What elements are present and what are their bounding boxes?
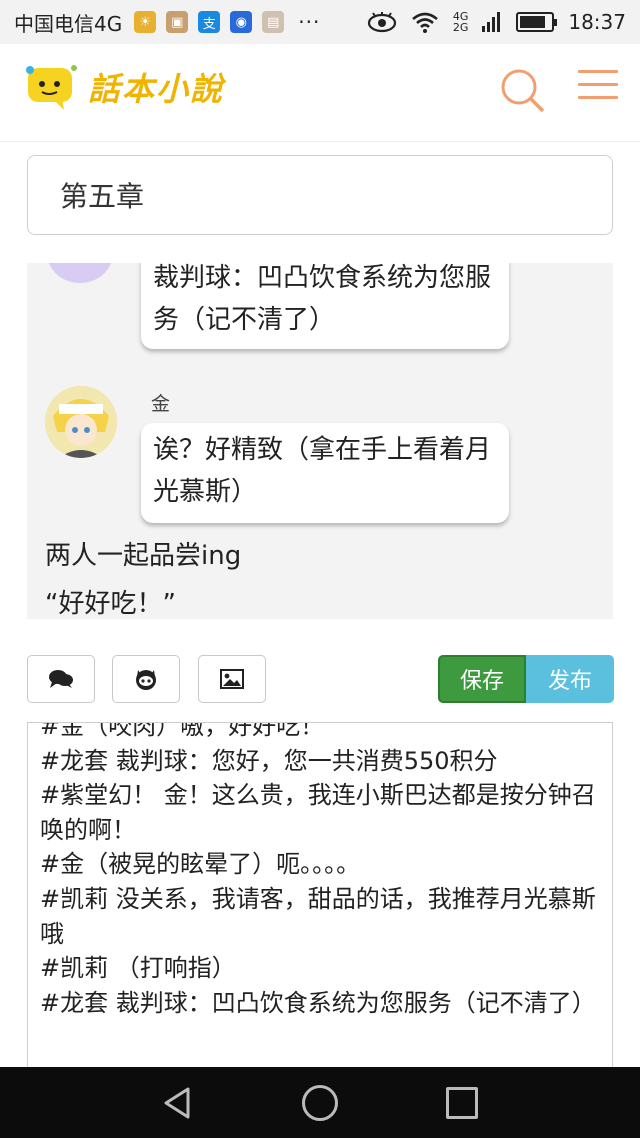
back-icon[interactable] xyxy=(160,1085,196,1121)
github-icon xyxy=(136,670,156,690)
story-preview: 裁判球：凹凸饮食系统为您服务（记不清了） 金 诶？好精致（拿在手上看着月光慕斯）… xyxy=(27,263,613,619)
script-editor-content: #金（咬肉）嗷，好好吃！ #龙套 裁判球：您好，您一共消费550积分 #紫堂幻！ 金… xyxy=(40,722,600,1020)
network-2g-label: 2G xyxy=(452,21,469,34)
signal-icon xyxy=(482,12,501,32)
editor-line: #龙套 裁判球：您好，您一共消费550积分 xyxy=(40,746,498,775)
recent-apps-icon[interactable] xyxy=(446,1087,478,1119)
battery-icon xyxy=(516,12,558,32)
save-button[interactable]: 保存 xyxy=(438,655,526,703)
clock: 18:37 xyxy=(568,10,626,34)
publish-button[interactable]: 发布 xyxy=(526,655,614,703)
chapter-title-value: 第五章 xyxy=(60,180,145,213)
insert-image-button[interactable] xyxy=(198,655,266,703)
editor-line: #金（被晃的眩晕了）呃。。。。 xyxy=(40,850,361,879)
insert-character-button[interactable] xyxy=(112,655,180,703)
status-bar: 中国电信4G ☀ ▣ 支 ◉ ▤ ··· 4G 2G 18:37 xyxy=(0,0,640,44)
chat-bubble: 诶？好精致（拿在手上看着月光慕斯） xyxy=(141,423,509,523)
carrier-label: 中国电信4G xyxy=(14,11,123,36)
network-type: 4G 2G xyxy=(453,11,469,33)
app-logo[interactable]: 話本小說 xyxy=(24,62,224,112)
image-icon xyxy=(220,669,244,689)
avatar xyxy=(45,386,117,458)
app-header: 話本小說 xyxy=(0,44,640,142)
insert-dialogue-button[interactable] xyxy=(27,655,95,703)
gallery-app-icon: ▣ xyxy=(166,11,189,33)
chapter-title-input[interactable]: 第五章 xyxy=(27,155,613,235)
search-icon[interactable] xyxy=(498,66,548,116)
speaker-name: 金 xyxy=(151,393,171,415)
logo-mascot-icon xyxy=(26,65,77,110)
narration-text: 两人一起品尝ing xyxy=(45,541,242,571)
weather-app-icon: ☀ xyxy=(134,11,157,33)
shield-app-icon: ◉ xyxy=(230,11,253,33)
home-icon[interactable] xyxy=(302,1085,338,1121)
editor-line: #龙套 裁判球：凹凸饮食系统为您服务（记不清了） xyxy=(40,988,596,1017)
alipay-app-icon: 支 xyxy=(198,11,221,33)
eye-icon xyxy=(367,12,396,33)
editor-line: #金（咬肉）嗷，好好吃！ xyxy=(40,722,325,740)
narration-text: “好好吃！” xyxy=(45,589,176,619)
logo-text: 話本小說 xyxy=(88,70,225,108)
menu-icon[interactable] xyxy=(578,70,618,110)
more-notifications-icon: ··· xyxy=(298,10,321,34)
chat-bubble: 裁判球：凹凸饮食系统为您服务（记不清了） xyxy=(141,263,509,349)
notes-app-icon: ▤ xyxy=(262,11,285,33)
chat-bubbles-icon xyxy=(49,670,73,688)
editor-line: #凯莉 没关系，我请客，甜品的话，我推荐月光慕斯哦 xyxy=(40,884,596,948)
editor-line: #紫堂幻！ 金！这么贵，我连小斯巴达都是按分钟召唤的啊！ xyxy=(40,781,596,844)
avatar xyxy=(47,263,113,283)
script-editor-textarea[interactable]: #金（咬肉）嗷，好好吃！ #龙套 裁判球：您好，您一共消费550积分 #紫堂幻！ 金… xyxy=(27,722,613,1067)
avatar-character-image xyxy=(45,386,117,458)
editor-line: #凯莉 （打响指） xyxy=(40,954,236,983)
wifi-icon xyxy=(411,12,438,33)
system-navigation-bar xyxy=(0,1067,640,1138)
